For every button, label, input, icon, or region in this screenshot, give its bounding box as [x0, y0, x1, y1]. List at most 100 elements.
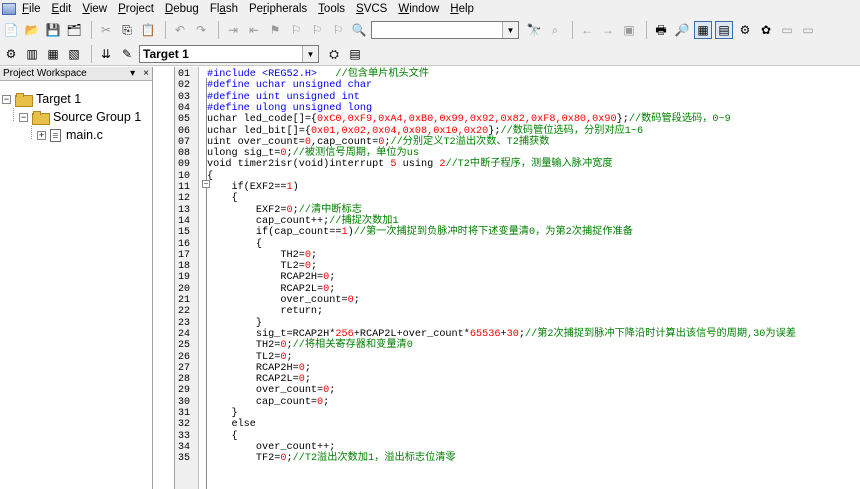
- tree-item-target[interactable]: − Target 1: [2, 90, 81, 108]
- find-in-files-icon[interactable]: 🔍: [350, 21, 368, 39]
- open-file-icon[interactable]: 📂: [23, 21, 41, 39]
- code-text: over_count=0;: [207, 385, 336, 396]
- batch-build-icon[interactable]: ▧: [65, 45, 83, 63]
- undo-icon[interactable]: ↶: [171, 21, 189, 39]
- code-token: ;: [329, 272, 336, 284]
- target-folder-icon: [15, 93, 33, 107]
- chevron-down-icon[interactable]: ▼: [302, 46, 318, 62]
- code-line: 19 RCAP2H=0;: [175, 272, 860, 283]
- code-token: if(cap_count==: [207, 227, 342, 239]
- print-icon[interactable]: 🖶: [652, 21, 670, 39]
- line-number: 27: [178, 362, 191, 374]
- navigate-forward-icon[interactable]: →: [599, 21, 617, 39]
- code-line: 29 over_count=0;: [175, 385, 860, 396]
- menu-item-window[interactable]: Window: [398, 3, 439, 15]
- code-token: {: [207, 430, 238, 442]
- prev-bookmark-icon[interactable]: ⚐: [287, 21, 305, 39]
- menu-item-project[interactable]: Project: [118, 3, 154, 15]
- line-number: 34: [178, 441, 191, 453]
- code-line: 24 sig_t=RCAP2H*256+RCAP2L+over_count*65…: [175, 329, 860, 340]
- window-layout-icon[interactable]: ▦: [694, 21, 712, 39]
- code-token: return;: [207, 306, 324, 318]
- tree-item-target-label: Target 1: [36, 92, 82, 106]
- line-number: 06: [178, 125, 191, 137]
- build-icon[interactable]: ▥: [23, 45, 41, 63]
- search-combo[interactable]: ▼: [371, 21, 519, 39]
- collapse-icon[interactable]: −: [2, 94, 11, 104]
- find-icon[interactable]: 🔭: [525, 21, 543, 39]
- save-icon[interactable]: 💾: [44, 21, 62, 39]
- search-input[interactable]: [372, 22, 502, 38]
- code-token: ;: [286, 351, 293, 363]
- menu-item-flash[interactable]: Flash: [210, 3, 238, 15]
- translate-icon[interactable]: ⚙: [2, 45, 20, 63]
- rebuild-icon[interactable]: ▦: [44, 45, 62, 63]
- code-line: 09 void timer2isr(void)interrupt 5 using …: [175, 159, 860, 170]
- app-icon: [2, 2, 16, 15]
- manage-components-icon[interactable]: ⛭: [325, 45, 343, 63]
- toolbar-separator: [91, 45, 92, 63]
- unindent-icon[interactable]: ⇤: [245, 21, 263, 39]
- line-number: 03: [178, 91, 191, 103]
- redo-icon[interactable]: ↷: [192, 21, 210, 39]
- chevron-down-icon[interactable]: ▼: [502, 22, 518, 38]
- menu-items: File Edit View Project Debug Flash Peripherals…: [22, 3, 485, 15]
- new-file-icon[interactable]: 📄: [2, 21, 20, 39]
- incremental-find-icon[interactable]: ⌕: [546, 21, 564, 39]
- copy-icon[interactable]: ⎘: [118, 21, 136, 39]
- expand-icon[interactable]: +: [37, 130, 46, 140]
- settings-icon[interactable]: ✿: [757, 21, 775, 39]
- code-token: ): [292, 182, 299, 193]
- menu-item-file[interactable]: File: [22, 3, 41, 15]
- next-bookmark-icon[interactable]: ⚐: [308, 21, 326, 39]
- menu-item-edit[interactable]: Edit: [52, 3, 72, 15]
- code-token: over_count=: [207, 295, 348, 306]
- code-token: ;: [310, 249, 318, 261]
- code-token: //数码管位选码，分别对应1~6: [500, 125, 644, 137]
- code-token: {: [207, 193, 238, 205]
- menu-item-view[interactable]: View: [82, 3, 107, 15]
- line-number: 31: [178, 408, 191, 419]
- debug-icon[interactable]: 🔎: [673, 21, 691, 39]
- menu-item-tools[interactable]: Tools: [318, 3, 345, 15]
- code-line: 23 }: [175, 318, 860, 329]
- line-number: 07: [178, 136, 191, 148]
- tree-item-file[interactable]: + main.c: [37, 126, 103, 144]
- code-editor[interactable]: − 01 #include <REG52.H> //包含单片机头文件 02 #defi…: [174, 67, 860, 489]
- paste-icon[interactable]: 📋: [139, 21, 157, 39]
- code-line: 28 RCAP2L=0;: [175, 374, 860, 385]
- toggle-bookmark-icon[interactable]: ⚑: [266, 21, 284, 39]
- code-line: 25 TH2=0;//将相关寄存器和变量清0: [175, 340, 860, 351]
- indent-icon[interactable]: ⇥: [224, 21, 242, 39]
- code-token: uchar led_code[]={: [207, 114, 318, 126]
- build-toolbar: ⚙ ▥ ▦ ▧ ⇊ ✎ Target 1 ▼ ⛭ ▤: [0, 43, 860, 66]
- menu-item-peripherals[interactable]: Peripherals: [249, 3, 307, 15]
- browse-icon[interactable]: ▣: [620, 21, 638, 39]
- clear-bookmarks-icon[interactable]: ⚐: [329, 21, 347, 39]
- code-text: sig_t=RCAP2H*256+RCAP2L+over_count*65536…: [207, 329, 796, 340]
- menu-item-debug[interactable]: Debug: [165, 3, 199, 15]
- tree-item-source-group[interactable]: − Source Group 1: [19, 108, 141, 126]
- navigate-back-icon[interactable]: ←: [578, 21, 596, 39]
- collapse-icon[interactable]: −: [19, 112, 28, 122]
- cut-icon[interactable]: ✂: [97, 21, 115, 39]
- books-icon[interactable]: ▤: [346, 45, 364, 63]
- toolbar-separator: [218, 21, 219, 39]
- target-options-icon[interactable]: ✎: [118, 45, 136, 63]
- save-all-icon[interactable]: 🗂: [65, 21, 83, 39]
- code-text: EXF2=0;//清中断标志: [207, 205, 362, 216]
- project-window-icon[interactable]: ▤: [715, 21, 733, 39]
- code-token: EXF2=: [207, 204, 287, 216]
- pin-icon[interactable]: ▾: [130, 68, 135, 79]
- menu-item-svcs[interactable]: SVCS: [356, 3, 387, 15]
- window-icon[interactable]: ▭: [799, 21, 817, 39]
- line-number: 32: [178, 419, 191, 431]
- configure-icon[interactable]: ⚙: [736, 21, 754, 39]
- menu-item-help[interactable]: Help: [450, 3, 474, 15]
- download-icon[interactable]: ⇊: [97, 45, 115, 63]
- code-text: over_count++;: [207, 442, 335, 453]
- close-icon[interactable]: ×: [143, 68, 149, 79]
- code-token: {: [207, 238, 263, 250]
- target-select[interactable]: Target 1 ▼: [139, 45, 319, 63]
- file-icon[interactable]: ▭: [778, 21, 796, 39]
